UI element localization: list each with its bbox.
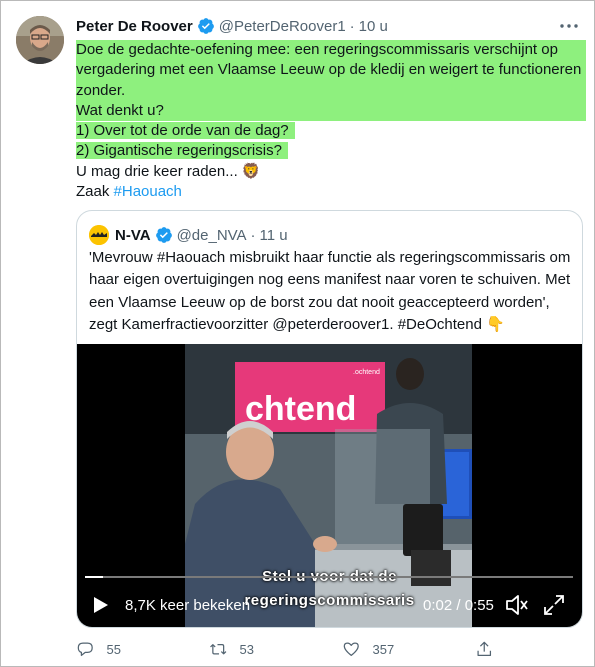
fullscreen-icon[interactable] xyxy=(543,594,565,616)
retweet-count: 53 xyxy=(239,641,254,657)
author-name[interactable]: Peter De Roover xyxy=(76,18,193,35)
tweet-line: Wat denkt u? xyxy=(76,100,586,122)
retweet-icon xyxy=(210,644,227,655)
tweet-line: U mag drie keer raden... 🦁 xyxy=(76,162,261,180)
tweet-actions: 55 53 357 xyxy=(76,640,586,660)
like-button[interactable]: 357 xyxy=(342,640,394,659)
hashtag-link[interactable]: #Haouach xyxy=(114,183,182,200)
tweet-line: Doe de gedachte-oefening mee: een regeri… xyxy=(76,40,586,61)
screen-small-text: .ochtend xyxy=(353,369,380,376)
tweet-option-2: 2) Gigantische regeringscrisis? xyxy=(76,142,288,160)
share-icon xyxy=(477,641,492,657)
tweet-option-1: 1) Over tot de orde van de dag? xyxy=(76,122,295,140)
play-icon[interactable] xyxy=(93,596,109,614)
quoted-timestamp: 11 u xyxy=(259,226,288,244)
volume-muted-icon[interactable] xyxy=(505,594,529,616)
tweet-line: vergadering met een Vlaamse Leeuw op de … xyxy=(76,60,586,81)
quoted-avatar xyxy=(89,225,109,245)
verified-badge-icon xyxy=(155,227,172,243)
video-progress-fill xyxy=(85,576,103,578)
quoted-author-handle: @de_NVA xyxy=(176,226,247,244)
tweet-text: Doe de gedachte-oefening mee: een regeri… xyxy=(76,40,586,202)
more-options-icon[interactable] xyxy=(557,14,581,38)
author-avatar[interactable] xyxy=(16,16,64,64)
video-view-count: 8,7K keer bekeken xyxy=(125,597,251,614)
quoted-line: 'Mevrouw #Haouach misbruikt haar functie… xyxy=(89,249,571,266)
quoted-line: een Vlaamse Leeuw op de borst zou dat no… xyxy=(89,293,550,311)
screen-logo-text: chtend xyxy=(245,390,356,428)
quoted-header: N-VA @de_NVA · 11 u xyxy=(89,225,288,245)
video-player[interactable]: chtend .ochtend Stel u voor dat de reger… xyxy=(77,344,582,627)
video-progress-bar[interactable] xyxy=(85,576,573,578)
header-separator: · xyxy=(250,226,256,244)
quoted-text: 'Mevrouw #Haouach misbruikt haar functie… xyxy=(89,247,571,336)
video-time: 0:02 / 0:55 xyxy=(423,597,494,614)
reply-icon xyxy=(77,642,93,657)
quoted-line: zegt Kamerfractievoorzitter @peterderoov… xyxy=(89,315,505,333)
tweet-line-prefix: Zaak xyxy=(76,183,114,201)
like-count: 357 xyxy=(372,641,395,657)
heart-icon xyxy=(343,642,359,657)
share-button[interactable] xyxy=(475,640,506,659)
author-handle[interactable]: @PeterDeRoover1 xyxy=(219,18,346,35)
tweet-line: zonder. xyxy=(76,80,586,101)
tweet-header: Peter De Roover @PeterDeRoover1 · 10 u xyxy=(76,16,388,36)
tweet-timestamp[interactable]: 10 u xyxy=(359,18,388,35)
quoted-line: haar eigen overtuigingen nog eens manife… xyxy=(89,271,571,289)
quoted-author-name[interactable]: N-VA xyxy=(115,227,151,244)
reply-count: 55 xyxy=(106,641,121,657)
reply-button[interactable]: 55 xyxy=(76,640,121,659)
header-separator: · xyxy=(349,17,355,35)
verified-badge-icon xyxy=(197,18,214,34)
quoted-tweet[interactable]: N-VA @de_NVA · 11 u 'Mevrouw #Haouach mi… xyxy=(76,210,583,628)
retweet-button[interactable]: 53 xyxy=(209,640,254,659)
